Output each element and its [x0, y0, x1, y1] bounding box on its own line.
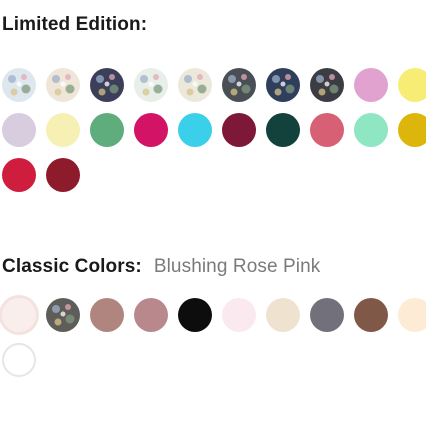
- classic-swatch-brown[interactable]: [354, 298, 388, 332]
- limited-swatch-dark-teal[interactable]: [266, 113, 300, 147]
- classic-swatch-grid: [2, 298, 426, 377]
- classic-swatch-sand[interactable]: [266, 298, 300, 332]
- limited-swatch-wine[interactable]: [222, 113, 256, 147]
- classic-swatch-blushing-rose-pink[interactable]: [2, 298, 36, 332]
- limited-swatch-floral-cream-pink[interactable]: [46, 68, 80, 102]
- limited-swatch-sky-blue[interactable]: [178, 113, 212, 147]
- classic-swatch-dusty-rose[interactable]: [134, 298, 168, 332]
- limited-swatch-grid: [2, 68, 426, 192]
- selected-color-name: Blushing Rose Pink: [153, 256, 321, 277]
- limited-swatch-mustard[interactable]: [398, 113, 426, 147]
- limited-swatch-light-lavender[interactable]: [2, 113, 36, 147]
- limited-swatch-mint[interactable]: [354, 113, 388, 147]
- limited-swatch-cream-yellow[interactable]: [46, 113, 80, 147]
- classic-swatch-white[interactable]: [2, 343, 36, 377]
- limited-swatch-floral-green-white[interactable]: [134, 68, 168, 102]
- classic-colors-label: Classic Colors:: [2, 256, 142, 277]
- limited-swatch-lavender-pink[interactable]: [354, 68, 388, 102]
- classic-swatch-slate-grey[interactable]: [310, 298, 344, 332]
- limited-swatch-crimson[interactable]: [2, 158, 36, 192]
- limited-swatch-burgundy[interactable]: [46, 158, 80, 192]
- classic-swatch-mauve-taupe[interactable]: [90, 298, 124, 332]
- limited-edition-heading: Limited Edition:: [2, 14, 148, 35]
- classic-colors-heading: Classic Colors: Blushing Rose Pink: [2, 256, 320, 278]
- classic-swatch-peach-cream[interactable]: [398, 298, 426, 332]
- classic-swatch-floral-grey[interactable]: [46, 298, 80, 332]
- limited-swatch-floral-navy[interactable]: [90, 68, 124, 102]
- limited-swatch-navy-pattern[interactable]: [266, 68, 300, 102]
- classic-swatch-black[interactable]: [178, 298, 212, 332]
- limited-swatch-cerise[interactable]: [134, 113, 168, 147]
- limited-swatch-floral-dark[interactable]: [310, 68, 344, 102]
- classic-swatch-pale-pink[interactable]: [222, 298, 256, 332]
- limited-swatch-charcoal-lace[interactable]: [222, 68, 256, 102]
- limited-swatch-green[interactable]: [90, 113, 124, 147]
- limited-swatch-coral-rose[interactable]: [310, 113, 344, 147]
- limited-swatch-speckle-cream[interactable]: [178, 68, 212, 102]
- limited-swatch-pastel-yellow[interactable]: [398, 68, 426, 102]
- limited-swatch-floral-white-blue[interactable]: [2, 68, 36, 102]
